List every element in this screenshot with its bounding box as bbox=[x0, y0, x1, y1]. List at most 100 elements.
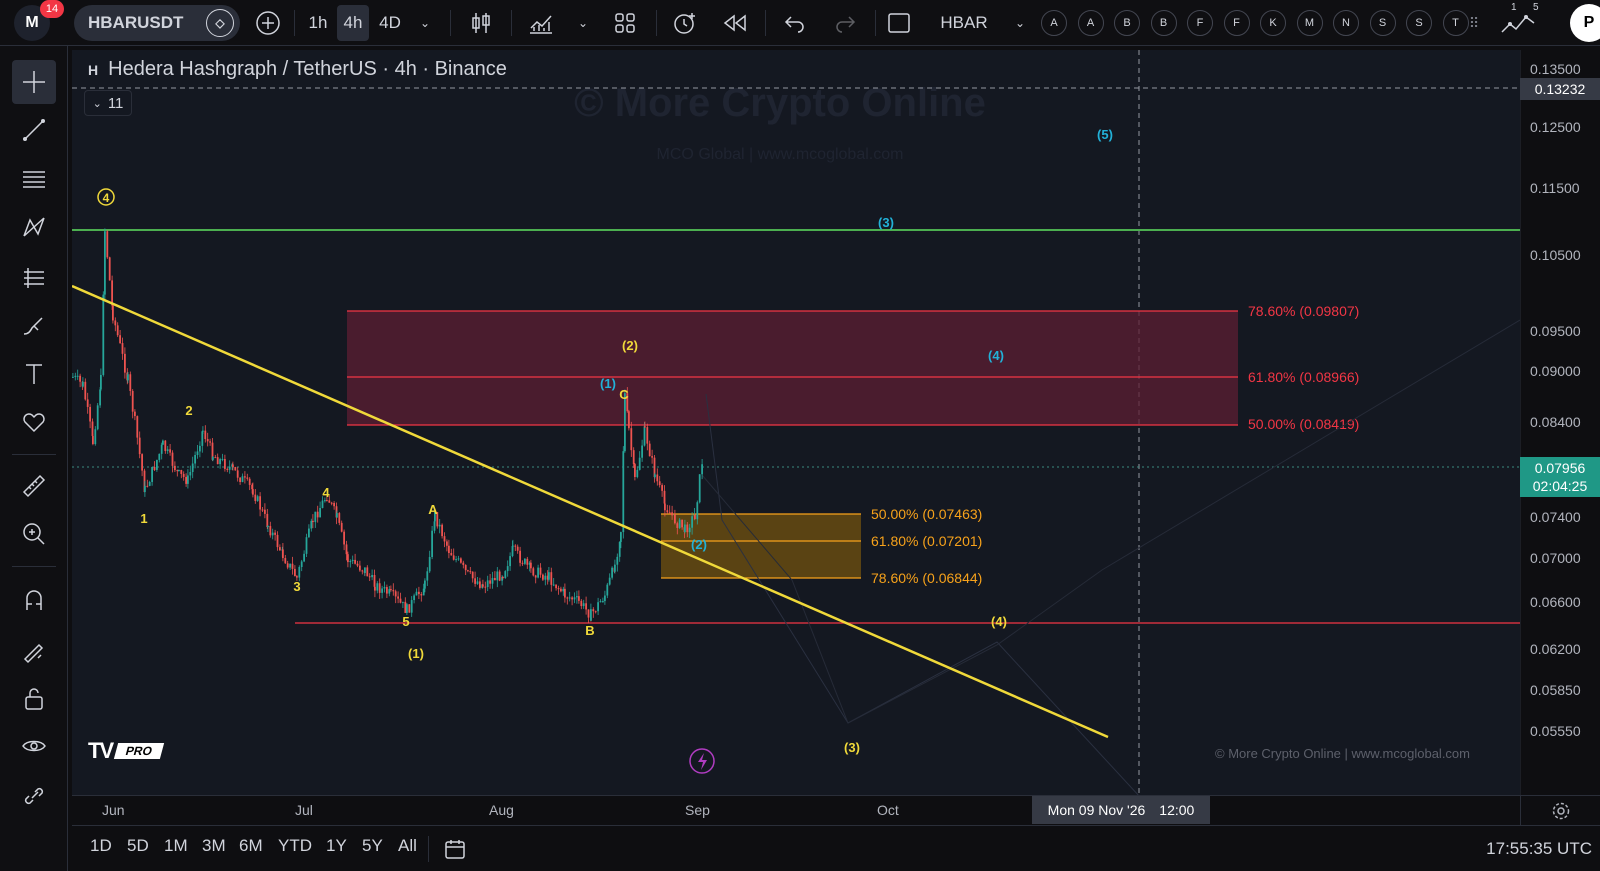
candle-body bbox=[102, 294, 105, 375]
text-tool-icon[interactable] bbox=[12, 352, 56, 396]
crosshair-icon[interactable] bbox=[12, 60, 56, 104]
candle-body bbox=[108, 257, 111, 281]
chevron-down-icon[interactable]: ⌄ bbox=[574, 5, 592, 41]
ruler-icon[interactable] bbox=[12, 464, 56, 508]
magnet-icon[interactable] bbox=[12, 578, 56, 622]
utc-clock[interactable]: 17:55:35 UTC bbox=[1486, 839, 1592, 859]
candle-body bbox=[418, 591, 420, 595]
candle-body bbox=[616, 556, 619, 565]
range-all[interactable]: All bbox=[398, 836, 417, 856]
candle-body bbox=[199, 445, 201, 452]
candle-body bbox=[336, 513, 338, 518]
symbol-search-button[interactable]: HBARUSDT ◇ bbox=[74, 5, 240, 41]
range-6m[interactable]: 6M bbox=[239, 836, 263, 856]
quick-button-b-3[interactable]: B bbox=[1150, 10, 1177, 36]
eye-icon[interactable] bbox=[12, 724, 56, 768]
candle-body bbox=[146, 485, 149, 487]
quick-button-f-4[interactable]: F bbox=[1187, 10, 1213, 36]
wave-label-p2-cyan: (2) bbox=[691, 537, 707, 552]
trend-line-icon[interactable] bbox=[12, 108, 56, 152]
range-ytd[interactable]: YTD bbox=[278, 836, 312, 856]
unlock-icon[interactable] bbox=[12, 676, 56, 720]
quick-button-s-9[interactable]: S bbox=[1369, 10, 1396, 36]
replay-icon[interactable] bbox=[718, 5, 752, 41]
candle-body bbox=[178, 469, 180, 471]
candle-body bbox=[441, 524, 443, 537]
fullscreen-icon[interactable] bbox=[882, 5, 916, 41]
quick-button-a-0[interactable]: A bbox=[1041, 10, 1067, 36]
chevron-down-icon: ⌄ bbox=[92, 97, 102, 110]
range-5d[interactable]: 5D bbox=[127, 836, 149, 856]
candle-body bbox=[104, 231, 106, 295]
candle-body bbox=[386, 587, 388, 594]
candle-body bbox=[666, 510, 669, 513]
interval-4h[interactable]: 4h bbox=[337, 5, 369, 41]
profile-avatar[interactable]: P bbox=[1570, 4, 1600, 42]
candle-body bbox=[390, 589, 392, 591]
candle-body bbox=[291, 563, 294, 569]
candle-body bbox=[182, 473, 185, 477]
fib-zone-upper[interactable] bbox=[347, 311, 1238, 425]
chevron-down-icon[interactable]: ⌄ bbox=[1010, 5, 1030, 41]
drag-handle-icon[interactable]: ⠿ bbox=[1464, 5, 1484, 41]
indicators-toggle[interactable]: ⌄ 11 bbox=[84, 90, 132, 116]
indicators-icon[interactable] bbox=[524, 5, 558, 41]
candle-body bbox=[86, 399, 89, 407]
wave-label-p4-yellow: (4) bbox=[991, 614, 1007, 629]
price-axis[interactable]: 0.13500 0.12500 0.11500 0.10500 0.09500 0.090… bbox=[1519, 50, 1600, 795]
goto-date-icon[interactable] bbox=[440, 834, 470, 864]
lock-drawing-icon[interactable] bbox=[12, 628, 56, 672]
candle-body bbox=[129, 374, 132, 391]
fib-label-618-lower: 61.80% (0.07201) bbox=[871, 533, 982, 549]
candle-body bbox=[371, 575, 373, 578]
candle-body bbox=[542, 574, 544, 580]
interval-1h[interactable]: 1h bbox=[302, 5, 334, 41]
time-tick-sep: Sep bbox=[685, 802, 710, 818]
brush-icon[interactable] bbox=[12, 304, 56, 348]
candle-body bbox=[169, 449, 171, 453]
compare-symbol[interactable]: HBAR bbox=[936, 5, 992, 41]
range-3m[interactable]: 3M bbox=[202, 836, 226, 856]
range-5y[interactable]: 5Y bbox=[362, 836, 383, 856]
heart-icon[interactable] bbox=[12, 400, 56, 444]
candle-body bbox=[174, 465, 176, 471]
layout-grid-icon[interactable] bbox=[608, 5, 642, 41]
horizontal-lines-icon[interactable] bbox=[12, 158, 56, 202]
redo-icon[interactable] bbox=[828, 5, 862, 41]
undo-icon[interactable] bbox=[778, 5, 812, 41]
range-1y[interactable]: 1Y bbox=[326, 836, 347, 856]
time-axis[interactable]: Jun Jul Aug Sep Oct Mon 09 Nov '26 12:00 bbox=[72, 795, 1520, 825]
candle-body bbox=[498, 571, 501, 581]
candle-body bbox=[324, 500, 326, 502]
quick-button-m-7[interactable]: M bbox=[1296, 10, 1323, 36]
chart-title[interactable]: Hedera Hashgraph / TetherUS · 4h · Binan… bbox=[108, 58, 507, 81]
quick-button-f-5[interactable]: F bbox=[1223, 10, 1250, 36]
link-icon[interactable] bbox=[12, 774, 56, 818]
candle-body bbox=[599, 601, 602, 603]
quick-button-k-6[interactable]: K bbox=[1260, 10, 1286, 36]
candle-body bbox=[424, 580, 426, 589]
quick-button-b-2[interactable]: B bbox=[1114, 10, 1140, 36]
candle-body bbox=[246, 477, 249, 479]
quick-button-a-1[interactable]: A bbox=[1077, 10, 1104, 36]
candles-icon[interactable] bbox=[464, 5, 498, 41]
quick-button-n-8[interactable]: N bbox=[1333, 10, 1359, 36]
range-1d[interactable]: 1D bbox=[90, 836, 112, 856]
chevron-down-icon[interactable]: ⌄ bbox=[414, 5, 436, 41]
candle-body bbox=[578, 596, 580, 601]
range-1m[interactable]: 1M bbox=[164, 836, 188, 856]
zoom-icon[interactable] bbox=[12, 512, 56, 556]
interval-4d[interactable]: 4D bbox=[372, 5, 408, 41]
candle-body bbox=[224, 458, 226, 469]
alert-clock-icon[interactable] bbox=[668, 5, 702, 41]
quick-button-s-10[interactable]: S bbox=[1406, 10, 1432, 36]
chart-settings-icon[interactable] bbox=[1520, 795, 1600, 825]
pattern-icon[interactable] bbox=[12, 206, 56, 250]
chart-pane[interactable]: © More Crypto Online MCO Global | www.mc… bbox=[72, 50, 1520, 795]
candle-body bbox=[221, 458, 224, 460]
candle-body bbox=[698, 474, 701, 503]
diamond-icon[interactable]: ◇ bbox=[206, 9, 234, 37]
candle-body bbox=[489, 580, 491, 584]
add-symbol-icon[interactable] bbox=[252, 5, 284, 41]
fib-tools-icon[interactable] bbox=[12, 256, 56, 300]
